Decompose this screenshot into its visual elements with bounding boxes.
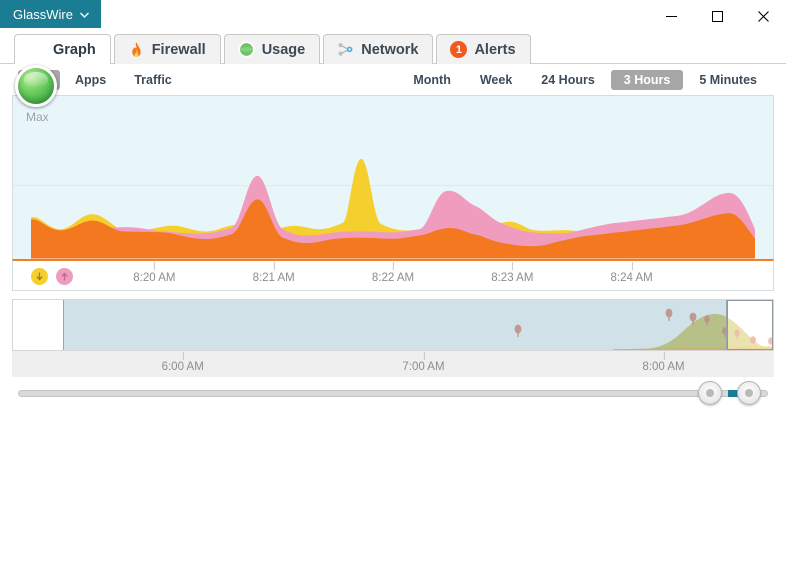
x-tick-2: 8:22 AM [372, 261, 414, 284]
tab-network-label: Network [361, 41, 419, 58]
tab-network[interactable]: Network [323, 34, 434, 64]
green-circle-icon [238, 41, 255, 58]
glasswire-orb-icon [15, 65, 57, 107]
main-tabbar: Graph Firewall Usage Network 1 Alerts [0, 28, 786, 107]
bottom-padding [0, 406, 786, 569]
filter-traffic[interactable]: Traffic [121, 70, 185, 90]
download-legend-icon[interactable] [31, 267, 48, 285]
minimap-selection-window[interactable] [727, 299, 773, 350]
max-label: Max [26, 110, 49, 124]
tab-firewall-label: Firewall [151, 41, 206, 58]
minimap-svg [514, 308, 773, 350]
tab-usage[interactable]: Usage [223, 34, 321, 64]
x-tick-0: 8:20 AM [133, 261, 175, 284]
graph-legend [31, 267, 73, 285]
tab-alerts[interactable]: 1 Alerts [436, 34, 531, 64]
x-tick-1: 8:21 AM [253, 261, 295, 284]
glasswire-window: GlassWire Graph Firewall Usage Network 1… [0, 0, 786, 569]
timeline-scrollbar[interactable] [18, 380, 768, 407]
traffic-graph-svg [13, 158, 773, 259]
range-month[interactable]: Month [400, 70, 463, 90]
minimap-tick-2: 8:00 AM [642, 351, 685, 373]
node-graph-icon [337, 41, 354, 58]
upload-legend-icon[interactable] [56, 267, 73, 285]
scrollbar-handle-right[interactable] [737, 380, 762, 405]
scrollbar-handle-left[interactable] [697, 380, 722, 405]
filter-toolbar: All Apps Traffic Month Week 24 Hours 3 H… [0, 64, 786, 95]
flame-icon [128, 41, 145, 58]
alert-badge-icon: 1 [450, 41, 468, 58]
x-tick-3: 8:23 AM [491, 261, 533, 284]
chevron-down-icon[interactable] [79, 11, 89, 20]
range-24-hours[interactable]: 24 Hours [528, 70, 608, 90]
tab-usage-label: Usage [261, 41, 306, 58]
range-3-hours[interactable]: 3 Hours [610, 69, 684, 90]
app-title-label: GlassWire [13, 6, 73, 22]
minimap-x-axis: 6:00 AM 7:00 AM 8:00 AM [12, 350, 774, 377]
scrollbar-track[interactable] [18, 389, 768, 397]
range-5-minutes[interactable]: 5 Minutes [686, 70, 770, 90]
tab-graph-label: Graph [53, 41, 96, 58]
tab-alerts-label: Alerts [474, 41, 516, 58]
tab-firewall[interactable]: Firewall [113, 34, 221, 64]
minimap-tick-1: 7:00 AM [402, 351, 445, 373]
tab-graph[interactable]: Graph [14, 34, 111, 64]
range-week[interactable]: Week [467, 70, 525, 90]
app-title-tab[interactable]: GlassWire [0, 0, 101, 28]
filter-apps[interactable]: Apps [62, 70, 119, 90]
minimap-tick-0: 6:00 AM [162, 351, 204, 373]
time-range-group: Month Week 24 Hours 3 Hours 5 Minutes [400, 69, 770, 90]
traffic-graph[interactable]: Max [12, 95, 774, 259]
x-tick-4: 8:24 AM [611, 261, 653, 284]
graph-x-axis: 8:20 AM 8:21 AM 8:22 AM 8:23 AM 8:24 AM [12, 258, 774, 291]
timeline-minimap[interactable] [12, 298, 774, 351]
titlebar: GlassWire [0, 0, 786, 28]
